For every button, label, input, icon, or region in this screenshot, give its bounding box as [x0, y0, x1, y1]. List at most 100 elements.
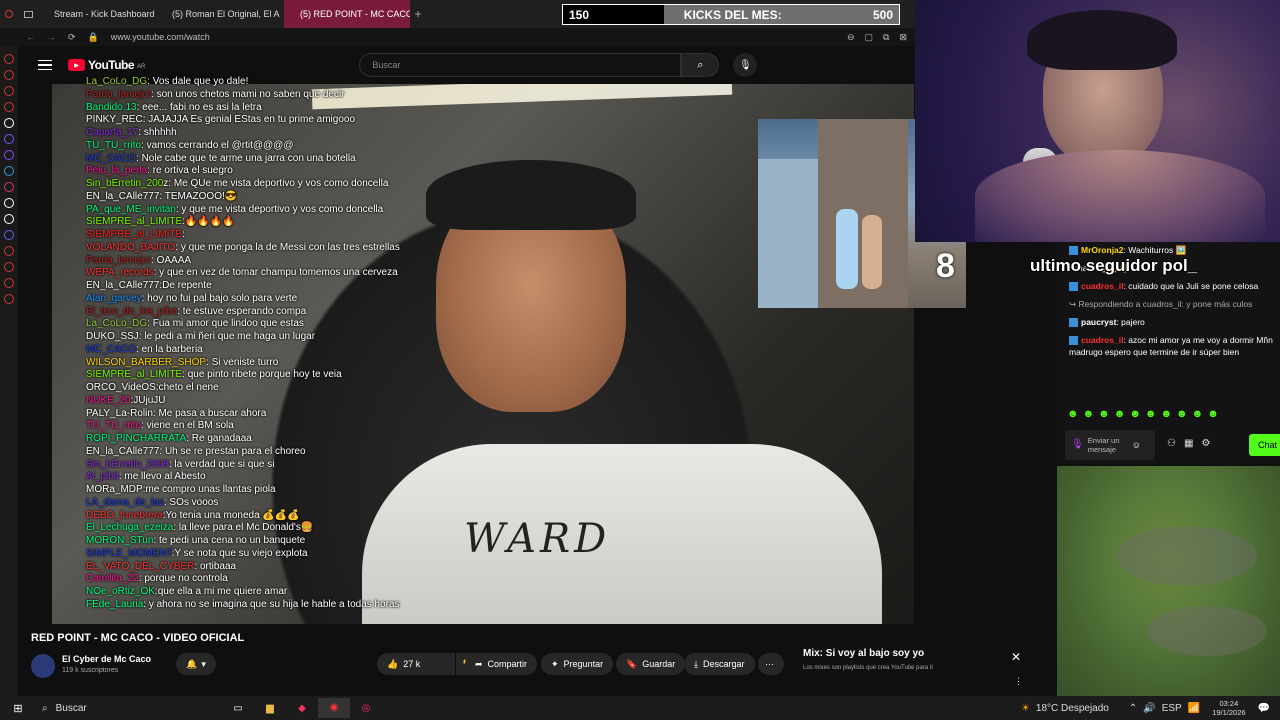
download-button[interactable]: ⤓ Descargar — [684, 653, 755, 675]
browser-icon[interactable]: ◆ — [286, 703, 318, 714]
back-icon[interactable]: ← — [26, 32, 35, 42]
tab-roman[interactable]: (5) Roman El Original, El A — [156, 0, 284, 28]
chat-text: : pajero — [1116, 317, 1145, 327]
like-button[interactable]: 👍 27 k — [377, 653, 455, 675]
screenshot-icon[interactable]: ⧉ — [883, 32, 889, 43]
discord-icon[interactable] — [4, 134, 14, 144]
close-icon[interactable]: ✕ — [1011, 650, 1021, 664]
building — [758, 159, 818, 308]
task-view-icon[interactable]: ▭ — [222, 703, 254, 714]
tab-title: (5) RED POINT - MC CACO — [300, 9, 410, 19]
extension-icon[interactable]: ⊠ — [899, 32, 907, 43]
share-button[interactable]: ➦ Compartir — [465, 653, 538, 675]
settings-icon[interactable] — [4, 294, 14, 304]
tab-overview-icon[interactable] — [18, 0, 38, 28]
language-indicator[interactable]: ESP — [1162, 703, 1182, 714]
reload-icon[interactable]: ⟳ — [68, 32, 76, 43]
forward-icon[interactable]: → — [47, 32, 56, 42]
emote-icon[interactable]: ☻ — [1129, 408, 1141, 420]
more-icon[interactable]: ⋮ — [1014, 676, 1023, 687]
taskbar-search[interactable]: ⌕ Buscar — [36, 698, 222, 718]
clock[interactable]: 03:24 19/1/2026 — [1212, 699, 1245, 717]
emote-icon[interactable]: ☻ — [1114, 408, 1126, 420]
bookmark-icon[interactable]: ▢ — [865, 32, 874, 43]
emote-icon[interactable]: ☻ — [1067, 408, 1079, 420]
sidebar-icon[interactable] — [4, 102, 14, 112]
chat-send-button[interactable]: Chat — [1249, 434, 1280, 456]
emote-icon[interactable]: ☻ — [1192, 408, 1204, 420]
twitch-icon[interactable] — [4, 150, 14, 160]
streamer-webcam — [915, 0, 1280, 242]
discord-icon[interactable] — [4, 230, 14, 240]
chat-text: : JAJAJJA Es genial EStas en tu prime am… — [142, 114, 356, 126]
settings-icon[interactable]: ⚙ — [1201, 438, 1210, 450]
notifications-button[interactable]: 🔔 ▾ — [176, 653, 216, 675]
search-input[interactable]: Buscar — [359, 53, 682, 77]
lock-icon: 🔒 — [87, 31, 99, 42]
chat-username: El_tero_de_los_pibe — [86, 305, 178, 317]
emote-icon[interactable]: ☻ — [1098, 408, 1110, 420]
tab-red-point[interactable]: (5) RED POINT - MC CACO — [284, 0, 410, 28]
chat-message: Parda_lamejor: OAAAA — [86, 255, 436, 268]
emote-icon[interactable]: ☻ — [1160, 408, 1172, 420]
chat-input[interactable]: 🎙 Enviar un mensaje ☺ — [1065, 430, 1155, 460]
file-explorer-icon[interactable]: ▆ — [254, 703, 286, 714]
notifications-icon[interactable]: 💬 — [1258, 703, 1280, 714]
obs-icon[interactable]: ◉ — [318, 698, 350, 718]
chat-username[interactable]: MrOronja2 — [1081, 245, 1124, 255]
chat-username[interactable]: cuadros_il — [1081, 335, 1124, 345]
chat-text: : Vos dale que yo dale! — [147, 76, 249, 87]
kicks-goal: 500 — [872, 7, 893, 22]
weather-text[interactable]: 18°C Despejado — [1036, 703, 1109, 714]
instagram-icon[interactable] — [4, 182, 14, 192]
voice-search-button[interactable]: 🎙 — [733, 53, 758, 77]
mix-card[interactable]: Mix: Si voy al bajo soy yo Los mixes son… — [792, 640, 1032, 692]
chat-text: : te estuve esperando compa — [177, 305, 307, 317]
new-tab-icon[interactable]: + — [410, 7, 426, 21]
more-actions-button[interactable]: ⋯ — [758, 653, 784, 675]
sidebar-icon[interactable] — [4, 262, 14, 272]
emoji-icon[interactable]: ☺ — [1132, 439, 1141, 451]
chat-message: SIEMPRE_al_LIMITE: que pinto ribete porq… — [86, 369, 436, 382]
tiktok-icon[interactable] — [4, 198, 14, 208]
save-button[interactable]: 🔖 Guardar — [616, 653, 686, 675]
chat-username[interactable]: paucryst — [1081, 317, 1116, 327]
system-tray-icon[interactable]: ⌃ — [1129, 703, 1137, 714]
chat-text: : Si veniste turro — [206, 356, 279, 368]
tab-kick-dashboard[interactable]: Stream - Kick Dashboard — [38, 0, 156, 28]
telegram-icon[interactable] — [4, 166, 14, 176]
chat-message: Caparta_17: shhhhh — [86, 127, 436, 140]
chat-username[interactable]: cuadros_il — [1081, 281, 1124, 291]
windows-start-icon[interactable]: ⊞ — [0, 702, 36, 715]
channel-name[interactable]: El Cyber de Mc Caco — [62, 654, 151, 664]
x-icon[interactable] — [4, 214, 14, 224]
volume-icon[interactable]: 🔊 — [1143, 703, 1155, 714]
clock-date: 19/1/2026 — [1212, 708, 1246, 717]
chat-text: : y que en vez de tomar champu tomemos u… — [153, 267, 398, 279]
sidebar-icon[interactable] — [4, 246, 14, 256]
sidebar-icon[interactable] — [4, 54, 14, 64]
sidebar-icon[interactable] — [4, 278, 14, 288]
youtube-logo[interactable]: ▶ YouTube AR — [68, 58, 145, 72]
kick-chat-message: paucryst: pajero — [1069, 316, 1274, 328]
sidebar-icon[interactable] — [4, 86, 14, 96]
emote-icon[interactable]: ☻ — [1207, 408, 1219, 420]
store-icon[interactable]: ▦ — [1184, 438, 1193, 450]
url-field[interactable]: www.youtube.com/watch — [111, 32, 210, 42]
channel-avatar[interactable] — [31, 654, 55, 678]
users-icon[interactable]: ⚇ — [1167, 438, 1176, 450]
hamburger-menu-icon[interactable] — [38, 59, 52, 71]
emote-bar[interactable]: ☻ ☻ ☻ ☻ ☻ ☻ ☻ ☻ ☻ ☻ — [1067, 408, 1219, 420]
wifi-icon[interactable]: 📶 — [1188, 703, 1200, 714]
emote-icon[interactable]: ☻ — [1083, 408, 1095, 420]
emote-icon[interactable]: ☻ — [1145, 408, 1157, 420]
zoom-icon[interactable]: ⊖ — [847, 32, 855, 43]
chatgpt-icon[interactable] — [4, 118, 14, 128]
ask-button[interactable]: ✦ Preguntar — [541, 653, 614, 675]
browser-menu-icon[interactable] — [0, 0, 18, 28]
sidebar-icon[interactable] — [4, 70, 14, 80]
app-icon[interactable]: ◎ — [350, 703, 382, 714]
emote-icon[interactable]: ☻ — [1176, 408, 1188, 420]
chat-message: VOLANDO_BAJITO: y que me ponga la de Mes… — [86, 242, 436, 255]
search-button[interactable]: ⌕ — [681, 53, 720, 77]
